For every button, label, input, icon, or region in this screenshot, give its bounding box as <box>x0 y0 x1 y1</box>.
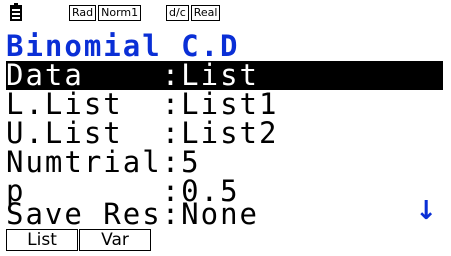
setting-row-data[interactable]: Data :List <box>6 61 443 90</box>
battery-icon <box>10 3 22 21</box>
display-mode-badge: Norm1 <box>98 5 142 21</box>
status-format-group: d/c Real <box>166 5 221 21</box>
angle-mode-badge: Rad <box>69 5 97 21</box>
setting-row-lower-list[interactable]: L.List :List1 <box>6 90 443 119</box>
setting-value: None <box>181 197 259 231</box>
setting-label: Save Res <box>6 197 162 231</box>
status-mode-group: Rad Norm1 <box>69 5 142 21</box>
fraction-mode-badge: d/c <box>166 5 189 21</box>
setting-row-numtrial[interactable]: Numtrial:5 <box>6 148 443 177</box>
complex-mode-badge: Real <box>190 5 221 21</box>
setting-colon: : <box>161 197 182 231</box>
calculator-screen: Rad Norm1 d/c Real Binomial C.D Data :Li… <box>0 0 451 256</box>
function-key-bar: List Var <box>6 229 151 251</box>
setting-row-upper-list[interactable]: U.List :List2 <box>6 119 443 148</box>
setting-row-save-result[interactable]: Save Res:None <box>6 200 443 229</box>
page-title: Binomial C.D <box>6 29 240 63</box>
f1-list-button[interactable]: List <box>6 229 78 251</box>
status-bar: Rad Norm1 d/c Real <box>6 3 446 24</box>
scroll-down-icon: ↓ <box>415 196 437 226</box>
f2-var-button[interactable]: Var <box>79 229 151 251</box>
